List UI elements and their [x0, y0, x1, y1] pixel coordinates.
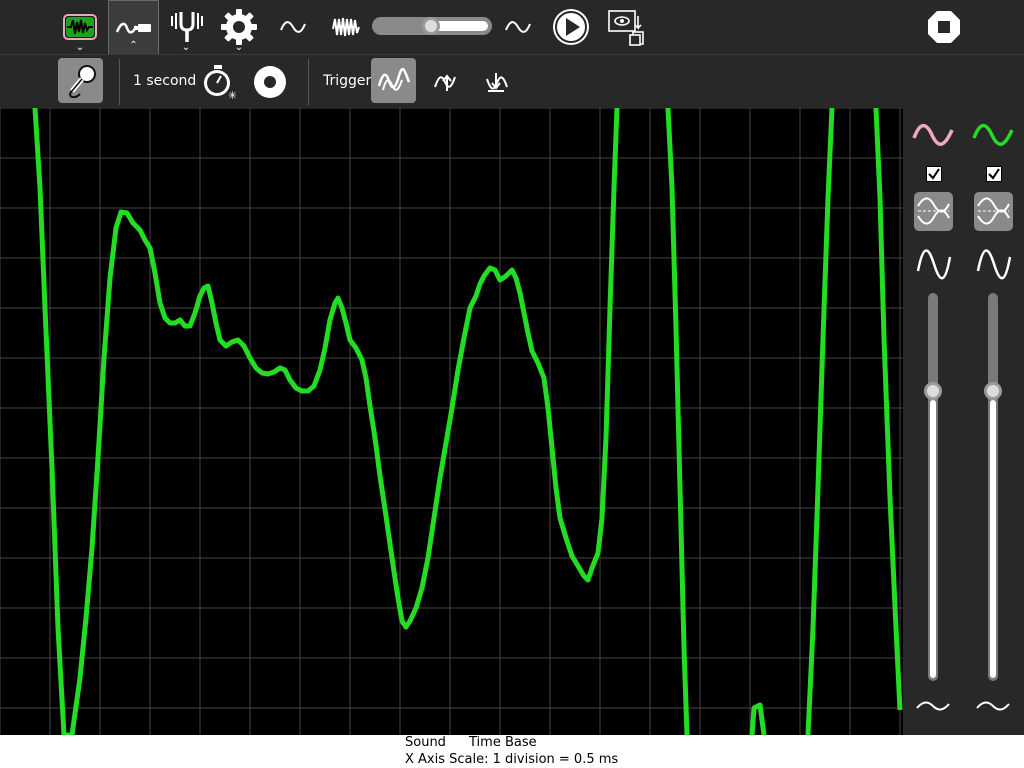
channel1-color-swatch	[912, 123, 954, 146]
waveform-trace	[665, 108, 690, 735]
channel1-sine-icon	[916, 249, 952, 280]
invert-wave-icon	[917, 197, 950, 225]
tuning-fork-icon	[171, 12, 203, 42]
sensor-toolbar-tab[interactable]: ⌃	[108, 0, 159, 54]
waveform-plot	[0, 108, 903, 735]
channel1-invert-button[interactable]	[914, 192, 953, 231]
play-button[interactable]	[549, 0, 593, 54]
copy-to-journal-icon	[608, 10, 644, 46]
complex-wave-icon	[332, 17, 360, 37]
trigger-falling-icon	[486, 73, 508, 92]
microphone-button[interactable]	[58, 58, 103, 103]
separator	[119, 59, 120, 105]
sine-wave-icon	[505, 21, 531, 33]
waveform-trace	[805, 108, 835, 735]
chevron-down-icon: ⌄	[75, 42, 85, 53]
channel2-invert-button[interactable]	[974, 192, 1013, 231]
duration-label: 1 second	[133, 73, 197, 89]
channel-panel	[903, 108, 1024, 735]
mode-label: Time Base	[469, 735, 537, 750]
slider-knob[interactable]	[422, 17, 440, 35]
channel2-checkbox[interactable]	[986, 166, 1002, 182]
oscilloscope-display	[0, 108, 903, 735]
frequency-slider[interactable]	[372, 17, 492, 35]
svg-text:✳: ✳	[228, 89, 236, 100]
timer-button[interactable]: ✳	[199, 63, 237, 101]
trigger-none-button[interactable]	[371, 58, 416, 103]
stop-icon	[928, 11, 960, 43]
channel2-gain-knob[interactable]	[984, 382, 1002, 400]
channel2-wave-icon[interactable]	[971, 118, 1015, 152]
separator	[308, 59, 309, 105]
trigger-rising-icon	[434, 74, 456, 91]
record-icon	[254, 66, 286, 98]
trigger-label: Trigger	[323, 73, 372, 89]
trigger-falling-button[interactable]	[480, 63, 518, 101]
sine-wave-button[interactable]	[272, 0, 314, 54]
channel1-lowpass-icon[interactable]	[915, 698, 951, 714]
channel2-lowpass-icon[interactable]	[975, 698, 1011, 714]
microphone-icon	[68, 64, 96, 98]
waveform-trace	[749, 702, 767, 735]
sensor-toolbar-icon	[115, 22, 151, 33]
chevron-up-icon: ⌃	[129, 40, 138, 51]
channel1-gain-knob[interactable]	[924, 382, 942, 400]
activity-button[interactable]: ⌄	[58, 0, 102, 54]
sine-wave-icon	[280, 21, 306, 33]
trigger-none-icon	[377, 67, 410, 91]
channel2-color-swatch	[972, 123, 1014, 146]
invert-wave-icon	[977, 197, 1010, 225]
chevron-down-icon: ⌄	[181, 42, 191, 53]
channel2-sine-icon	[976, 249, 1012, 280]
copy-to-journal-button[interactable]	[603, 0, 647, 54]
sine-wave-button-2[interactable]	[497, 0, 539, 54]
oscilloscope-icon	[63, 14, 97, 40]
complex-wave-button[interactable]	[325, 0, 367, 54]
scale-label: X Axis Scale: 1 division = 0.5 ms	[405, 752, 619, 767]
stop-button[interactable]	[922, 0, 966, 54]
trigger-rising-button[interactable]	[428, 63, 466, 101]
sensor-toolbar: 1 second ✳ Trigger	[0, 54, 1024, 108]
gear-icon	[221, 9, 257, 45]
checkmark-icon	[928, 168, 940, 180]
chevron-down-icon: ⌄	[234, 42, 244, 53]
status-bar: Sound Time Base X Axis Scale: 1 division…	[0, 735, 1024, 768]
main-toolbar: ⌄ ⌃ ⌄ ⌄	[0, 0, 1024, 54]
channel1-checkbox[interactable]	[926, 166, 942, 182]
slider-fill	[990, 400, 996, 678]
channel1-wave-icon[interactable]	[911, 118, 955, 152]
stopwatch-icon: ✳	[204, 65, 236, 100]
source-label: Sound	[405, 735, 446, 750]
waveform-trace	[32, 108, 620, 735]
waveform-trace	[873, 108, 903, 711]
slider-fill	[930, 400, 936, 678]
record-button[interactable]	[251, 63, 289, 101]
tuning-button[interactable]: ⌄	[164, 0, 208, 54]
settings-button[interactable]: ⌄	[216, 0, 262, 54]
play-icon	[553, 9, 589, 45]
checkmark-icon	[988, 168, 1000, 180]
